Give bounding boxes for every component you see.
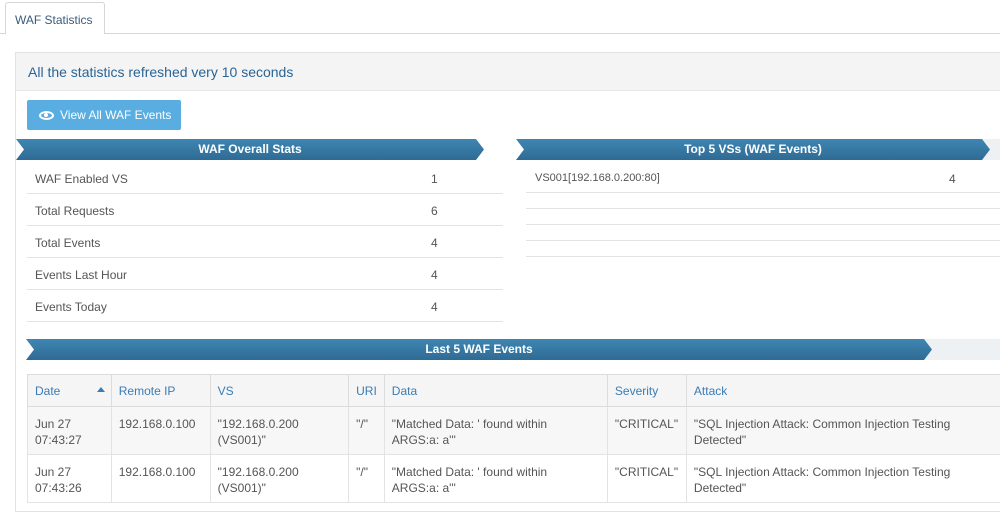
tab-waf-statistics[interactable]: WAF Statistics: [5, 2, 105, 34]
attack-cell: "SQL Injection Attack: Common Injection …: [686, 455, 1000, 503]
ribbon-shadow: [922, 339, 1000, 360]
view-all-label: View All WAF Events: [60, 108, 171, 122]
stat-row: Events Today 4: [27, 290, 503, 322]
top5-vs-value: 4: [949, 172, 956, 186]
date-cell: Jun 2707:43:26: [28, 455, 112, 503]
stat-value: 1: [431, 172, 438, 186]
sort-ascending-icon: [97, 387, 105, 392]
remote-ip-cell: 192.168.0.100: [111, 455, 210, 503]
stat-value: 4: [431, 300, 438, 314]
top5-row: [526, 209, 1000, 225]
remote-ip-cell: 192.168.0.100: [111, 407, 210, 455]
table-row: Jun 2707:43:26 192.168.0.100 "192.168.0.…: [28, 455, 1000, 503]
column-header-attack[interactable]: Attack: [686, 375, 1000, 407]
column-header-data[interactable]: Data: [384, 375, 607, 407]
table-row: Jun 2707:43:27 192.168.0.100 "192.168.0.…: [28, 407, 1000, 455]
tab-bar: WAF Statistics: [0, 0, 1000, 34]
stat-value: 4: [431, 268, 438, 282]
waf-overall-stats-header: WAF Overall Stats: [16, 139, 484, 160]
stat-label: Total Requests: [35, 204, 114, 218]
eye-icon: [39, 111, 54, 120]
stat-label: Total Events: [35, 236, 100, 250]
vs-cell: "192.168.0.200(VS001)": [210, 455, 348, 503]
top5-vs-label: VS001[192.168.0.200:80]: [535, 172, 660, 184]
stat-value: 6: [431, 204, 438, 218]
top5-row: [526, 225, 1000, 241]
top5-vs-list: VS001[192.168.0.200:80] 4: [526, 162, 1000, 257]
overall-stats-list: WAF Enabled VS 1 Total Requests 6 Total Ev…: [27, 162, 503, 322]
data-cell: "Matched Data: ' found withinARGS:a: a'": [384, 407, 607, 455]
uri-cell: "/": [349, 455, 385, 503]
uri-cell: "/": [349, 407, 385, 455]
column-header-uri[interactable]: URI: [349, 375, 385, 407]
last5-events-header: Last 5 WAF Events: [26, 339, 932, 360]
date-cell: Jun 2707:43:27: [28, 407, 112, 455]
column-header-severity[interactable]: Severity: [607, 375, 686, 407]
top5-row: [526, 241, 1000, 257]
top5-vs-header: Top 5 VSs (WAF Events): [516, 139, 990, 160]
attack-cell: "SQL Injection Attack: Common Injection …: [686, 407, 1000, 455]
column-header-vs[interactable]: VS: [210, 375, 348, 407]
view-all-waf-events-button[interactable]: View All WAF Events: [27, 100, 181, 130]
stat-label: Events Last Hour: [35, 268, 127, 282]
panel-heading: All the statistics refreshed very 10 sec…: [16, 53, 1000, 91]
stat-label: Events Today: [35, 300, 107, 314]
stat-row: Events Last Hour 4: [27, 258, 503, 290]
tab-bar-divider: [0, 33, 1000, 34]
last5-events-table: Date Remote IP VS URI Data Severity Atta…: [27, 374, 1000, 503]
vs-cell: "192.168.0.200(VS001)": [210, 407, 348, 455]
stat-row: WAF Enabled VS 1: [27, 162, 503, 194]
table-header-row: Date Remote IP VS URI Data Severity Atta…: [28, 375, 1000, 407]
top5-row: [526, 193, 1000, 209]
column-header-remote-ip[interactable]: Remote IP: [111, 375, 210, 407]
severity-cell: "CRITICAL": [607, 407, 686, 455]
severity-cell: "CRITICAL": [607, 455, 686, 503]
column-header-date[interactable]: Date: [28, 375, 112, 407]
top5-row: VS001[192.168.0.200:80] 4: [526, 162, 1000, 193]
stat-row: Total Requests 6: [27, 194, 503, 226]
stat-label: WAF Enabled VS: [35, 172, 128, 186]
data-cell: "Matched Data: ' found withinARGS:a: a'": [384, 455, 607, 503]
stat-value: 4: [431, 236, 438, 250]
stat-row: Total Events 4: [27, 226, 503, 258]
